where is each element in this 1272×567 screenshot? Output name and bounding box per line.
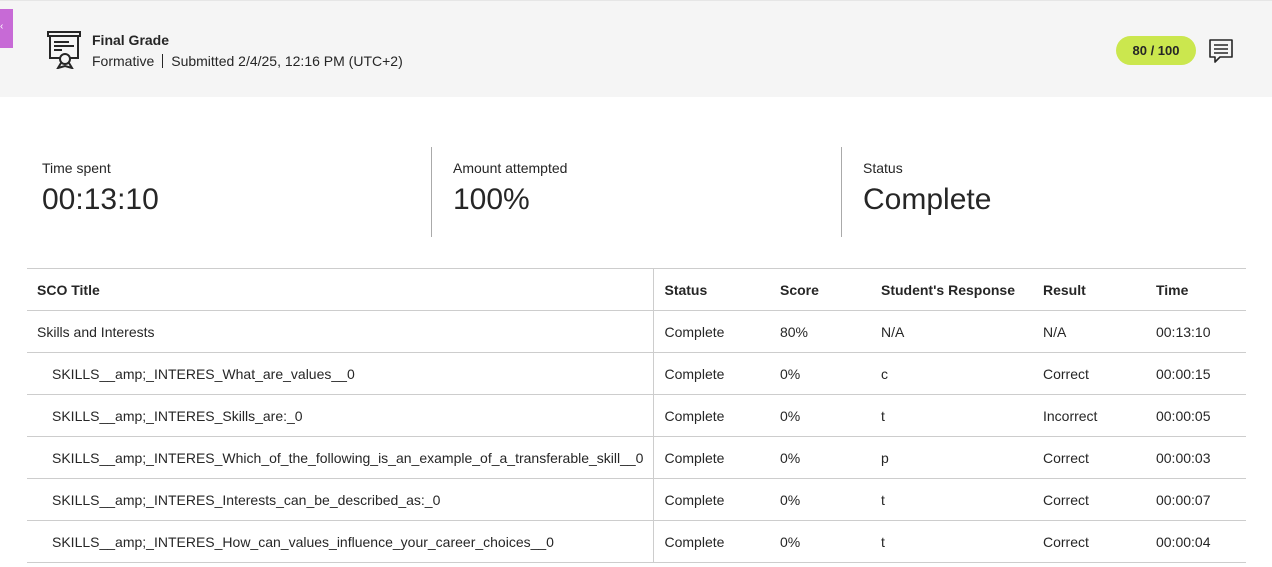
stat-label: Time spent	[42, 160, 111, 176]
sco-response: c	[870, 352, 1033, 395]
sco-time: 00:00:15	[1145, 352, 1246, 395]
sco-status: Complete	[653, 310, 770, 353]
column-header-status: Status	[653, 268, 770, 311]
sco-time: 00:13:10	[1145, 310, 1246, 353]
sco-response: t	[870, 394, 1033, 437]
sco-response: p	[870, 436, 1033, 479]
sco-status: Complete	[653, 352, 770, 395]
chevron-left-icon[interactable]: ‹	[0, 22, 3, 32]
sco-time: 00:00:04	[1145, 520, 1246, 563]
table-row: SKILLS__amp;_INTERES_Interests_can_be_de…	[27, 478, 1246, 521]
sco-score: 0%	[769, 394, 871, 437]
sco-result: Correct	[1032, 520, 1146, 563]
table-row: SKILLS__amp;_INTERES_What_are_values__0 …	[27, 352, 1246, 395]
sco-result: Correct	[1032, 436, 1146, 479]
sco-result: N/A	[1032, 310, 1146, 353]
sco-status: Complete	[653, 520, 770, 563]
sco-status: Complete	[653, 436, 770, 479]
sco-title: SKILLS__amp;_INTERES_What_are_values__0	[27, 352, 655, 395]
assessment-type: Formative	[92, 53, 155, 69]
sco-title: SKILLS__amp;_INTERES_Skills_are:_0	[27, 394, 655, 437]
sco-time: 00:00:05	[1145, 394, 1246, 437]
table-row: Skills and Interests Complete 80% N/A N/…	[27, 310, 1246, 353]
column-header-response: Student's Response	[870, 268, 1033, 311]
stat-status: Status Complete	[841, 147, 1241, 237]
sco-response: N/A	[870, 310, 1033, 353]
column-header-result: Result	[1032, 268, 1146, 311]
meta-divider	[162, 54, 164, 68]
sco-response: t	[870, 520, 1033, 563]
stat-label: Amount attempted	[453, 160, 568, 176]
grade-meta: Formative Submitted 2/4/25, 12:16 PM (UTC…	[92, 53, 403, 69]
sco-score: 0%	[769, 520, 871, 563]
sco-time: 00:00:03	[1145, 436, 1246, 479]
submitted-date: Submitted 2/4/25, 12:16 PM (UTC+2)	[171, 53, 403, 69]
sco-score: 0%	[769, 436, 871, 479]
score-badge[interactable]: 80 / 100	[1116, 36, 1196, 65]
sco-result: Correct	[1032, 478, 1146, 521]
table-row: SKILLS__amp;_INTERES_How_can_values_infl…	[27, 520, 1246, 563]
column-header-score: Score	[769, 268, 871, 311]
certificate-grade-icon	[47, 31, 81, 69]
sco-result: Correct	[1032, 352, 1146, 395]
table-row: SKILLS__amp;_INTERES_Which_of_the_follow…	[27, 436, 1246, 479]
sco-time: 00:00:07	[1145, 478, 1246, 521]
sco-title: SKILLS__amp;_INTERES_Interests_can_be_de…	[27, 478, 655, 521]
grade-header: ‹ Final Grade Formative Submitted 2/4/25,…	[0, 0, 1272, 97]
sco-status: Complete	[653, 394, 770, 437]
sco-title: Skills and Interests	[27, 310, 655, 353]
feedback-comment-icon[interactable]	[1208, 38, 1234, 64]
sco-status: Complete	[653, 478, 770, 521]
side-panel-toggle[interactable]: ‹	[0, 9, 13, 48]
stat-time-spent: Time spent 00:13:10	[42, 147, 432, 237]
table-row: SKILLS__amp;_INTERES_Skills_are:_0 Compl…	[27, 394, 1246, 437]
table-header-row: SCO Title Status Score Student's Respons…	[27, 268, 1246, 311]
column-header-time: Time	[1145, 268, 1246, 311]
stat-value: Complete	[863, 183, 992, 216]
stat-label: Status	[863, 160, 903, 176]
sco-score: 80%	[769, 310, 871, 353]
column-header-sco-title: SCO Title	[27, 268, 655, 311]
stat-amount-attempted: Amount attempted 100%	[431, 147, 841, 237]
sco-results-table: SCO Title Status Score Student's Respons…	[27, 268, 1246, 563]
sco-response: t	[870, 478, 1033, 521]
stat-value: 00:13:10	[42, 183, 159, 216]
sco-score: 0%	[769, 352, 871, 395]
sco-title: SKILLS__amp;_INTERES_Which_of_the_follow…	[27, 436, 655, 479]
sco-result: Incorrect	[1032, 394, 1146, 437]
grade-title: Final Grade	[92, 32, 170, 48]
sco-score: 0%	[769, 478, 871, 521]
sco-title: SKILLS__amp;_INTERES_How_can_values_infl…	[27, 520, 655, 563]
stat-value: 100%	[453, 183, 530, 216]
